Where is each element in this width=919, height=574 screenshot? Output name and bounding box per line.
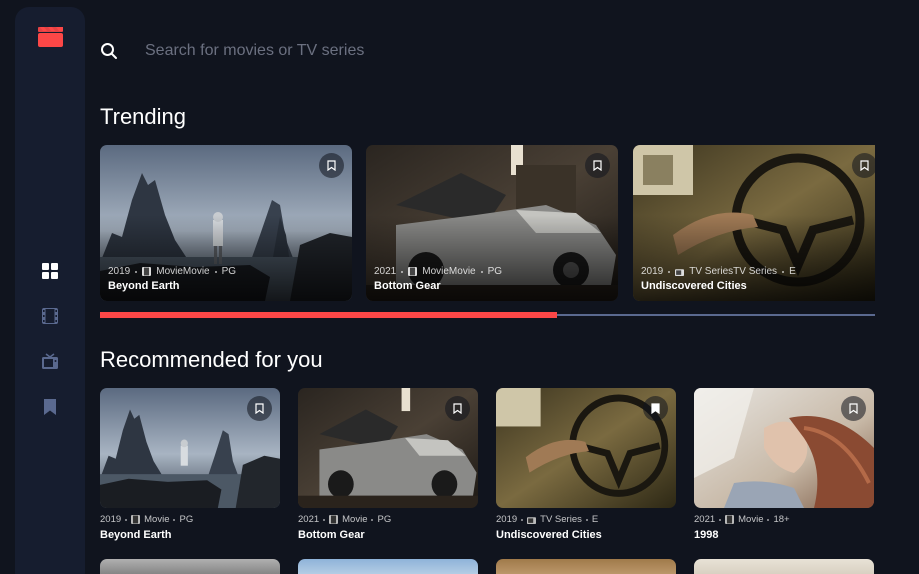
rating: E xyxy=(591,514,599,525)
separator-dot xyxy=(719,518,722,521)
trending-card[interactable]: 2019 MovieMovie PG Beyond Earth xyxy=(100,145,352,301)
category: Movie xyxy=(144,514,170,525)
recommended-card[interactable] xyxy=(298,559,478,574)
separator-dot xyxy=(214,270,217,273)
tv-icon xyxy=(527,517,537,524)
film-icon xyxy=(142,267,152,276)
bookmark-button[interactable] xyxy=(585,153,610,178)
year: 2019 xyxy=(108,266,131,277)
rating: PG xyxy=(487,266,503,277)
grid-icon[interactable] xyxy=(42,263,58,279)
trending-card[interactable]: 2021 MovieMovie PG Bottom Gear xyxy=(366,145,618,301)
clapperboard-icon[interactable] xyxy=(38,27,63,47)
rating: PG xyxy=(377,514,392,525)
rating: PG xyxy=(179,514,194,525)
card-meta: 2019 Movie PG xyxy=(100,514,193,525)
recommended-heading: Recommended for you xyxy=(100,347,323,372)
separator-dot xyxy=(323,518,326,521)
bookmark-icon xyxy=(593,160,602,171)
recommended-card[interactable] xyxy=(694,559,874,574)
tv-icon xyxy=(675,269,685,276)
bookmark-button[interactable] xyxy=(247,396,272,421)
film-icon xyxy=(408,267,418,276)
card-title: Bottom Gear xyxy=(374,280,441,292)
recommended-card[interactable] xyxy=(496,559,676,574)
card-meta: 2019 TV SeriesTV Series E xyxy=(641,266,796,277)
card-meta: 2021 Movie 18+ xyxy=(694,514,790,525)
recommended-card[interactable] xyxy=(100,388,280,508)
separator-dot xyxy=(585,518,588,521)
bookmark-icon xyxy=(327,160,336,171)
separator-dot xyxy=(480,270,483,273)
rating: 18+ xyxy=(773,514,790,525)
bookmark-icon xyxy=(860,160,869,171)
card-title: Undiscovered Cities xyxy=(641,280,747,292)
card-meta: 2021 MovieMovie PG xyxy=(374,266,502,277)
separator-dot xyxy=(135,270,138,273)
card-title: 1998 xyxy=(694,529,719,541)
trending-scrollbar[interactable] xyxy=(100,312,875,318)
rating: PG xyxy=(221,266,237,277)
category: MovieMovie xyxy=(156,266,210,277)
film-icon[interactable] xyxy=(42,308,58,324)
sidebar xyxy=(15,7,85,574)
trending-card[interactable]: 2019 TV SeriesTV Series E Undiscovered C… xyxy=(633,145,875,301)
separator-dot xyxy=(521,518,524,521)
separator-dot xyxy=(782,270,785,273)
card-title: Bottom Gear xyxy=(298,529,365,541)
tv-icon[interactable] xyxy=(42,353,58,369)
bookmark-icon xyxy=(255,403,264,414)
bookmark-button[interactable] xyxy=(841,396,866,421)
recommended-card[interactable] xyxy=(100,559,280,574)
year: 2019 xyxy=(496,514,518,525)
card-meta: 2021 Movie PG xyxy=(298,514,391,525)
separator-dot xyxy=(401,270,404,273)
card-meta: 2019 MovieMovie PG xyxy=(108,266,236,277)
card-title: Beyond Earth xyxy=(108,280,180,292)
bookmark-icon xyxy=(453,403,462,414)
recommended-card[interactable] xyxy=(694,388,874,508)
year: 2021 xyxy=(374,266,397,277)
scrollbar-thumb[interactable] xyxy=(100,312,558,318)
search-input[interactable] xyxy=(145,38,745,64)
bookmark-icon xyxy=(849,403,858,414)
separator-dot xyxy=(125,518,128,521)
year: 2019 xyxy=(100,514,122,525)
bookmark-button[interactable] xyxy=(445,396,470,421)
rating: E xyxy=(789,266,796,277)
category: TV Series xyxy=(540,514,582,525)
bookmark-icon[interactable] xyxy=(42,399,58,415)
category: Movie xyxy=(738,514,764,525)
card-title: Beyond Earth xyxy=(100,529,172,541)
bookmark-button[interactable] xyxy=(319,153,344,178)
trending-heading: Trending xyxy=(100,104,187,129)
card-title: Undiscovered Cities xyxy=(496,529,602,541)
year: 2021 xyxy=(694,514,716,525)
separator-dot xyxy=(371,518,374,521)
separator-dot xyxy=(767,518,770,521)
recommended-card[interactable] xyxy=(496,388,676,508)
separator-dot xyxy=(668,270,671,273)
card-meta: 2019 TV Series E xyxy=(496,514,598,525)
recommended-card[interactable] xyxy=(298,388,478,508)
separator-dot xyxy=(173,518,176,521)
category: TV SeriesTV Series xyxy=(689,266,778,277)
bookmark-button[interactable] xyxy=(643,396,668,421)
search-icon xyxy=(101,43,117,59)
bookmark-button[interactable] xyxy=(852,153,875,178)
film-icon xyxy=(329,515,339,524)
year: 2019 xyxy=(641,266,664,277)
year: 2021 xyxy=(298,514,320,525)
bookmark-icon xyxy=(651,403,660,414)
film-icon xyxy=(725,515,735,524)
category: MovieMovie xyxy=(422,266,476,277)
category: Movie xyxy=(342,514,368,525)
film-icon xyxy=(131,515,141,524)
